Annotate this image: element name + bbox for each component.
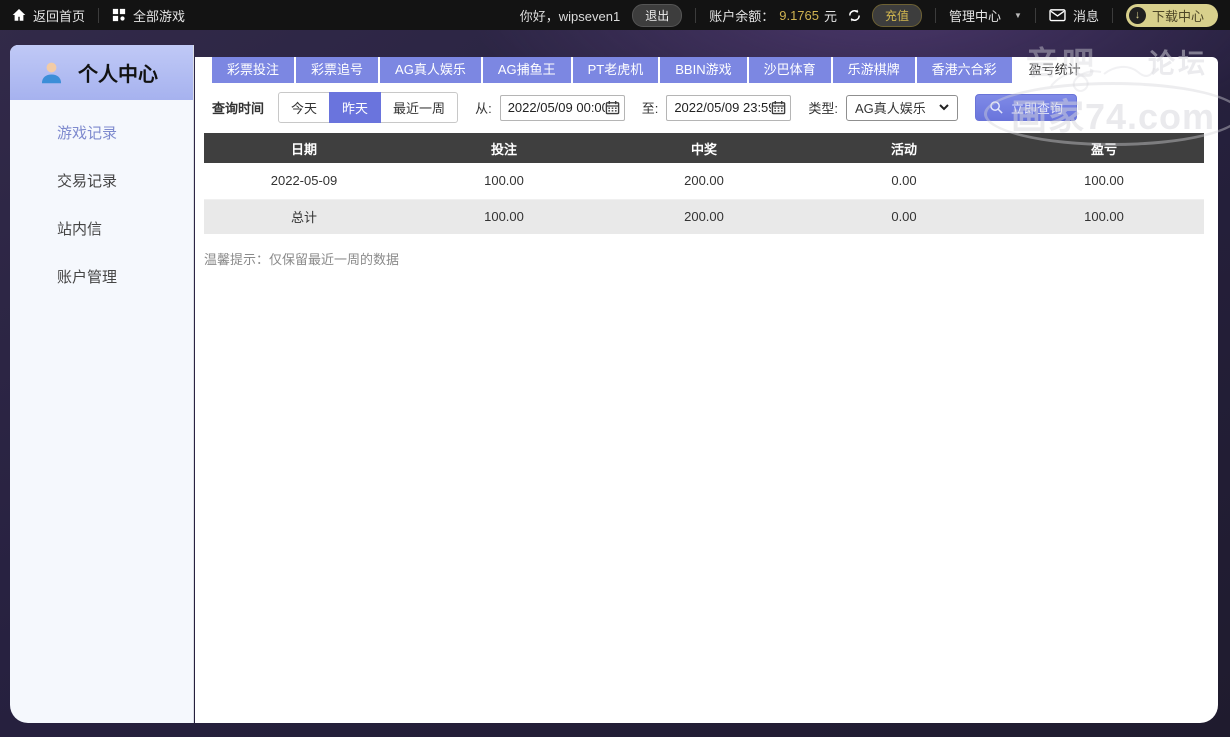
- cell-win: 200.00: [604, 163, 804, 200]
- recharge-button[interactable]: 充值: [872, 3, 923, 27]
- calendar-icon[interactable]: [771, 100, 786, 115]
- column-header-bet: 投注: [404, 133, 604, 163]
- game-type-select-value: AG真人娱乐: [854, 101, 926, 116]
- cell-total-bet: 100.00: [484, 209, 524, 225]
- divider: [1034, 7, 1036, 23]
- to-label: 至:: [641, 101, 659, 116]
- range-last-week-button[interactable]: 最近一周: [380, 92, 459, 123]
- cell-total-profit: 100.00: [1084, 209, 1124, 225]
- calendar-icon[interactable]: [605, 100, 620, 115]
- search-button[interactable]: 立即查询: [974, 94, 1077, 121]
- game-type-select[interactable]: AG真人娱乐: [845, 94, 958, 121]
- type-label: 类型:: [808, 101, 838, 116]
- query-time-label: 查询时间: [212, 101, 265, 116]
- divider: [935, 7, 937, 23]
- sidebar-item-game-records[interactable]: 游戏记录: [10, 110, 193, 158]
- avatar: [38, 59, 65, 86]
- download-center-button[interactable]: ↓ 下载中心: [1125, 3, 1218, 27]
- top-bar: 返回首页 全部游戏 你好，wipseven1 退出 账户余额： 9.1765 元…: [0, 0, 1230, 30]
- quick-range-group: 今天 昨天 最近一周: [278, 92, 459, 123]
- divider: [1111, 7, 1113, 23]
- balance-label: 账户余额：: [709, 8, 775, 24]
- tab-ag-live[interactable]: AG真人娱乐: [380, 57, 481, 83]
- chevron-down-icon: ▼: [1014, 10, 1022, 20]
- admin-center-label: 管理中心: [949, 8, 1002, 24]
- sidebar-item-site-mail[interactable]: 站内信: [10, 206, 193, 254]
- home-link-label: 返回首页: [33, 8, 86, 24]
- table-header-row: 日期 投注 中奖 活动 盈亏: [204, 133, 1204, 163]
- balance-unit: 元: [824, 8, 838, 24]
- retention-tip: 温馨提示：仅保留最近一周的数据: [204, 252, 400, 267]
- admin-center-menu[interactable]: 管理中心 ▼: [949, 6, 1022, 25]
- column-header-profit: 盈亏: [1004, 133, 1204, 163]
- greeting-text: 你好，wipseven1: [519, 8, 621, 24]
- profit-stats-table: 日期 投注 中奖 活动 盈亏 2022-05-09 100.00 200.00 …: [204, 133, 1204, 234]
- tab-bbin-games[interactable]: BBIN游戏: [660, 57, 747, 83]
- download-center-label: 下载中心: [1151, 8, 1204, 24]
- column-header-activity: 活动: [804, 133, 1004, 163]
- envelope-icon: [1049, 8, 1066, 22]
- tab-leyou-chess[interactable]: 乐游棋牌: [832, 57, 915, 83]
- balance-amount: 9.1765: [779, 7, 819, 23]
- logout-button[interactable]: 退出: [632, 3, 683, 27]
- home-icon: [12, 8, 26, 22]
- from-date-field: [499, 94, 625, 121]
- column-header-date: 日期: [204, 133, 404, 163]
- sidebar-title: 个人中心: [78, 64, 158, 86]
- sidebar: 个人中心 游戏记录 交易记录 站内信 账户管理: [10, 45, 194, 723]
- game-type-tabs: 彩票投注 彩票追号 AG真人娱乐 AG捕鱼王 PT老虎机 BBIN游戏 沙巴体育…: [195, 57, 1218, 83]
- cell-bet: 100.00: [404, 163, 604, 200]
- all-games-link[interactable]: 全部游戏: [112, 6, 185, 25]
- all-games-label: 全部游戏: [133, 8, 186, 24]
- sidebar-item-account-management[interactable]: 账户管理: [10, 254, 193, 302]
- messages-link[interactable]: 消息: [1049, 6, 1099, 25]
- cell-total-win: 200.00: [684, 209, 724, 225]
- tab-profit-stats[interactable]: 盈亏统计: [1014, 57, 1096, 83]
- refresh-icon[interactable]: [847, 8, 862, 23]
- tab-ag-fishing[interactable]: AG捕鱼王: [482, 57, 571, 83]
- to-date-input[interactable]: [674, 100, 772, 115]
- main-content: 彩票投注 彩票追号 AG真人娱乐 AG捕鱼王 PT老虎机 BBIN游戏 沙巴体育…: [195, 57, 1218, 723]
- cell-profit: 100.00: [1004, 163, 1204, 200]
- from-date-input[interactable]: [507, 100, 605, 115]
- table-total-row: 总计 100.00 200.00 0.00 100.00: [204, 199, 1204, 234]
- sidebar-item-transaction-records[interactable]: 交易记录: [10, 158, 193, 206]
- tab-lottery-bet[interactable]: 彩票投注: [212, 57, 295, 83]
- messages-label: 消息: [1072, 8, 1099, 24]
- search-icon: [989, 100, 1004, 115]
- range-today-button[interactable]: 今天: [278, 92, 331, 123]
- tab-lottery-chase[interactable]: 彩票追号: [296, 57, 379, 83]
- from-label: 从:: [475, 101, 492, 116]
- home-link[interactable]: 返回首页: [12, 6, 85, 25]
- table-row: 2022-05-09 100.00 200.00 0.00 100.00: [204, 163, 1204, 200]
- tab-saba-sports[interactable]: 沙巴体育: [748, 57, 831, 83]
- tab-pt-slots[interactable]: PT老虎机: [572, 57, 659, 83]
- grid-icon: [112, 8, 126, 22]
- cell-total-label: 总计: [290, 210, 317, 226]
- cell-activity: 0.00: [804, 163, 1004, 200]
- range-yesterday-button[interactable]: 昨天: [329, 92, 382, 123]
- download-icon: ↓: [1128, 6, 1146, 24]
- chevron-down-icon: [939, 104, 949, 111]
- cell-date: 2022-05-09: [204, 163, 404, 200]
- cell-total-activity: 0.00: [891, 209, 917, 225]
- to-date-field: [666, 94, 792, 121]
- query-toolbar: 查询时间 今天 昨天 最近一周 从: 至: 类型:: [212, 92, 1218, 123]
- divider: [98, 7, 100, 23]
- tab-hk-mark-six[interactable]: 香港六合彩: [916, 57, 1012, 83]
- content-panel: 个人中心 游戏记录 交易记录 站内信 账户管理 彩票投注 彩票追号 AG真人娱乐…: [10, 45, 1218, 723]
- sidebar-menu: 游戏记录 交易记录 站内信 账户管理: [10, 100, 193, 302]
- divider: [695, 7, 697, 23]
- search-button-label: 立即查询: [1010, 101, 1063, 116]
- column-header-win: 中奖: [604, 133, 804, 163]
- sidebar-header: 个人中心: [10, 45, 193, 100]
